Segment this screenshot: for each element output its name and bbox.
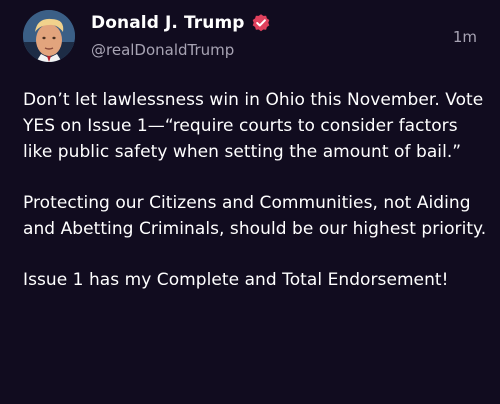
post-timestamp[interactable]: 1m	[453, 27, 477, 47]
author-name-row[interactable]: Donald J. Trump	[91, 12, 271, 34]
verified-badge-icon	[251, 13, 271, 33]
post-content: Don’t let lawlessness win in Ohio this N…	[23, 87, 488, 318]
post-paragraph: Issue 1 has my Complete and Total Endors…	[23, 270, 449, 290]
post-card: Donald J. Trump @realDonaldTrump 1m Don’…	[0, 0, 500, 404]
post-paragraph: Protecting our Citizens and Communities,…	[23, 193, 487, 239]
avatar-image	[23, 10, 75, 62]
author-handle[interactable]: @realDonaldTrump	[91, 40, 234, 60]
post-paragraph: Don’t let lawlessness win in Ohio this N…	[23, 90, 484, 162]
display-name[interactable]: Donald J. Trump	[91, 12, 245, 34]
avatar[interactable]	[23, 10, 75, 62]
